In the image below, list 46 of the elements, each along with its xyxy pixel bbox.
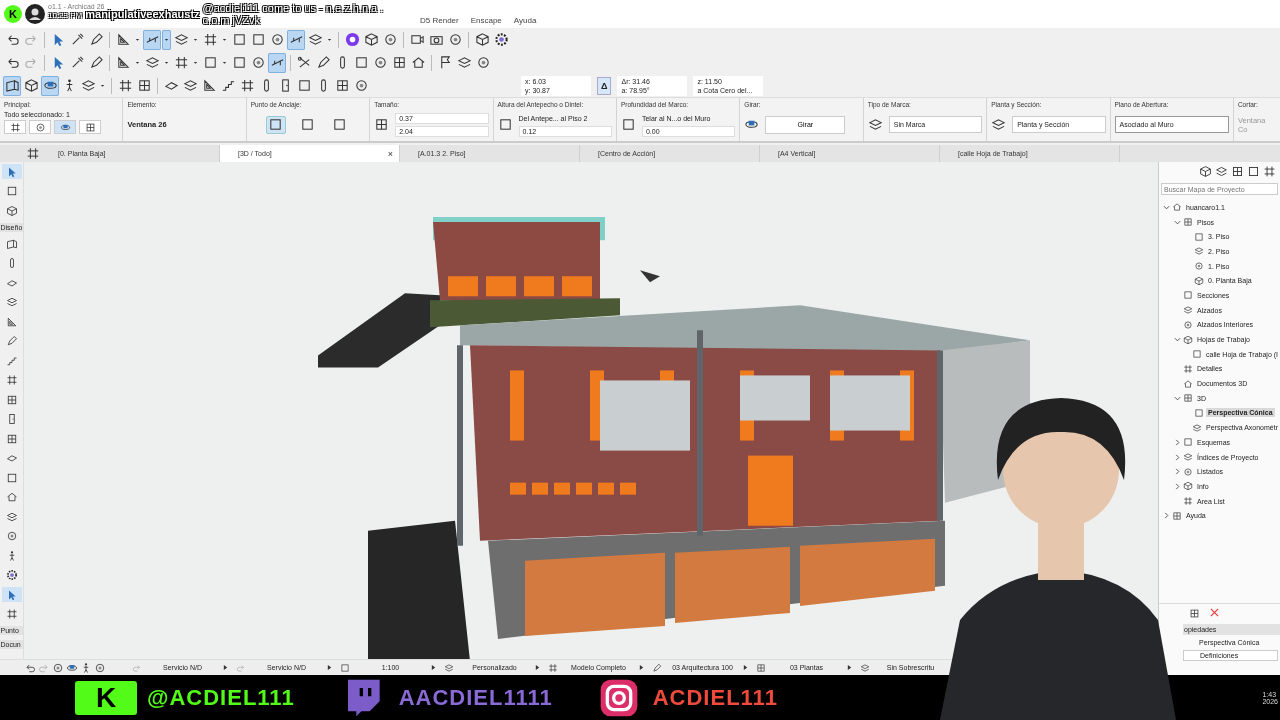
window-icon bbox=[756, 662, 766, 673]
caret-icon[interactable] bbox=[847, 663, 852, 672]
close-button[interactable]: × bbox=[387, 148, 393, 159]
social-handle: ACDIEL111 bbox=[652, 684, 778, 711]
grid-icon bbox=[548, 662, 558, 673]
wall-icon[interactable] bbox=[3, 75, 21, 96]
camera-logo-icon bbox=[598, 677, 639, 718]
delta-button[interactable]: Δ bbox=[597, 76, 612, 95]
caret-icon[interactable] bbox=[223, 663, 228, 672]
layers-icon[interactable] bbox=[1215, 165, 1228, 178]
caret-icon[interactable] bbox=[639, 663, 644, 672]
target-icon[interactable] bbox=[52, 661, 64, 674]
social-handle: AACDIEL1111 bbox=[398, 684, 553, 711]
redo-icon bbox=[132, 662, 142, 673]
redo-icon bbox=[236, 662, 246, 673]
close-icon[interactable] bbox=[1210, 608, 1219, 619]
square-icon[interactable] bbox=[265, 115, 286, 134]
arrow-pointer-icon[interactable] bbox=[1, 164, 22, 179]
cube-icon[interactable] bbox=[1199, 165, 1212, 178]
orbit-icon[interactable] bbox=[54, 120, 76, 134]
square-icon bbox=[340, 662, 350, 673]
arrow-pointer-icon[interactable] bbox=[1, 587, 22, 602]
chat-message-overlay: @acdiel111 come to us - n.e.z.h.n.a . c.o.m jVZvk bbox=[202, 2, 385, 26]
caret-icon[interactable] bbox=[743, 663, 748, 672]
window-icon[interactable] bbox=[1189, 608, 1200, 619]
caret-icon[interactable] bbox=[431, 663, 436, 672]
menu-item[interactable]: Enscape bbox=[470, 15, 502, 25]
pen-icon bbox=[652, 662, 662, 673]
kick-logo: K bbox=[75, 680, 137, 715]
menu-item[interactable]: D5 Render bbox=[420, 15, 459, 25]
window-icon[interactable] bbox=[1231, 165, 1244, 178]
orbit-icon[interactable] bbox=[41, 75, 59, 96]
caret-icon[interactable] bbox=[535, 663, 540, 672]
caret-icon[interactable] bbox=[327, 663, 332, 672]
chat-time: 10:23 PM bbox=[48, 11, 83, 20]
social-handle: @ACDIEL111 bbox=[147, 684, 295, 711]
chat-username: manipulativeexhaustz bbox=[85, 8, 200, 20]
grid-icon[interactable] bbox=[1263, 165, 1276, 178]
square-icon[interactable] bbox=[1247, 165, 1260, 178]
target-icon[interactable] bbox=[94, 661, 106, 674]
target-icon[interactable] bbox=[29, 120, 51, 134]
layers-icon bbox=[444, 662, 454, 673]
grid-icon[interactable] bbox=[26, 145, 40, 162]
user-avatar-icon bbox=[25, 4, 45, 24]
menu-item[interactable]: Ayuda bbox=[513, 15, 537, 25]
layers-icon bbox=[860, 662, 870, 673]
